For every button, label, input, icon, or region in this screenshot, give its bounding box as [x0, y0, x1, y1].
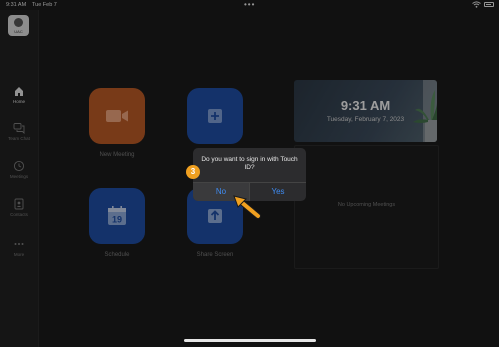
status-date: Tue Feb 7 [32, 2, 57, 8]
calendar-day: 19 [112, 215, 122, 225]
new-meeting-label: New Meeting [99, 152, 135, 158]
home-indicator[interactable] [184, 339, 316, 342]
avatar-logo-icon [14, 18, 23, 27]
zoom-home-screen: 9:31 AM Tue Feb 7 ••• UAC Home Team Chat… [0, 0, 499, 347]
status-time: 9:31 AM [6, 2, 27, 8]
pointer-arrow-icon [233, 195, 261, 219]
sidebar-item-more[interactable]: More [0, 238, 38, 257]
sidebar-item-label: Meetings [9, 174, 29, 179]
sidebar-item-label: More [13, 252, 25, 257]
sidebar: UAC Home Team Chat Meetings Contacts Mor… [0, 10, 39, 347]
schedule-button[interactable]: 19 [89, 188, 145, 244]
more-icon [14, 243, 24, 245]
contacts-icon [14, 198, 24, 210]
avatar-text: UAC [14, 29, 23, 34]
multitasking-dots[interactable]: ••• [244, 0, 255, 9]
sidebar-item-label: Team Chat [8, 136, 30, 141]
no-upcoming-meetings-text: No Upcoming Meetings [337, 202, 396, 208]
sidebar-item-meetings[interactable]: Meetings [0, 160, 38, 179]
share-up-arrow-icon [208, 209, 222, 223]
step-number-badge: 3 [186, 165, 200, 179]
upcoming-meetings-panel: No Upcoming Meetings [294, 145, 439, 269]
new-meeting-button[interactable] [89, 88, 145, 144]
video-camera-icon [106, 110, 128, 122]
plant-illustration-icon [413, 80, 437, 142]
chat-icon [13, 123, 25, 134]
calendar-icon: 19 [108, 206, 126, 225]
schedule-label: Schedule [104, 252, 130, 258]
dialog-message: Do you want to sign in with Touch ID? [201, 156, 298, 171]
home-icon [15, 87, 23, 96]
sidebar-item-home[interactable]: Home [0, 85, 38, 104]
battery-icon [484, 2, 494, 7]
plus-icon [208, 109, 222, 123]
clock-icon [13, 160, 25, 172]
sidebar-item-team-chat[interactable]: Team Chat [0, 122, 38, 141]
sidebar-item-label: Contacts [10, 212, 28, 217]
sidebar-item-contacts[interactable]: Contacts [0, 198, 38, 217]
join-button[interactable] [187, 88, 243, 144]
sidebar-item-label: Home [12, 99, 25, 104]
share-screen-label: Share Screen [196, 252, 234, 258]
clock-card: 9:31 AM Tuesday, February 7, 2023 [294, 80, 437, 142]
status-bar: 9:31 AM Tue Feb 7 ••• [0, 0, 499, 10]
wifi-icon [472, 1, 481, 10]
avatar[interactable]: UAC [8, 15, 29, 36]
